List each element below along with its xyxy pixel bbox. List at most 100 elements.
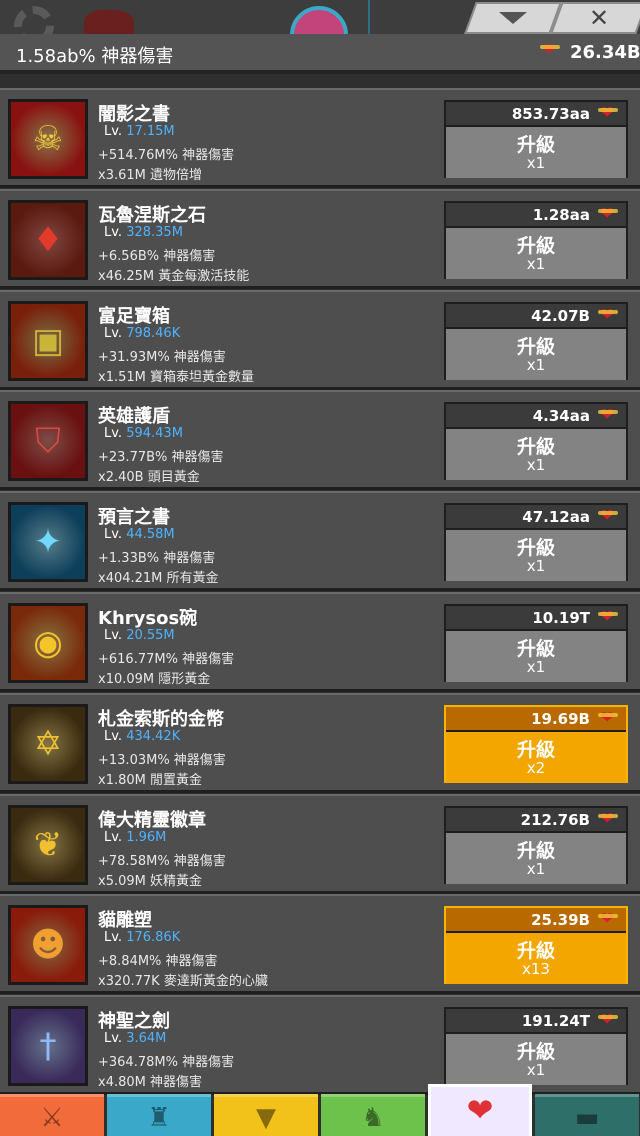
close-icon: ✕ <box>588 4 610 32</box>
upgrade-button[interactable]: 25.39B 升級 x13 <box>444 906 628 985</box>
upgrade-cost: 191.24T <box>446 1009 626 1035</box>
artifact-bonus-damage: +31.93M% 神器傷害 <box>98 349 226 365</box>
viking-helmet-icon[interactable] <box>84 10 134 34</box>
artifact-level: Lv. 44.58M <box>104 527 175 543</box>
upgrade-label: 升級 <box>516 738 555 761</box>
upgrade-multiplier: x13 <box>522 960 550 979</box>
armor-icon: ▼ <box>256 1103 276 1133</box>
upgrade-cost: 853.73aa <box>446 102 626 127</box>
upgrade-cost: 47.12aa <box>446 505 626 531</box>
heart-artifact-icon: ❤ <box>466 1091 494 1129</box>
artifact-row: ◉ Khrysos碗 Lv. 20.55M +616.77M% 神器傷害 x10… <box>0 592 640 692</box>
upgrade-cost: 1.28aa <box>446 202 626 228</box>
artifact-row: ✦ 預言之書 Lv. 44.58M +1.33B% 神器傷害 x404.21M … <box>0 491 640 592</box>
artifact-name: 富足寶箱 <box>98 305 170 327</box>
heart-coin-icon <box>598 809 618 829</box>
upgrade-multiplier: x1 <box>526 355 546 374</box>
heart-coin-icon <box>598 506 618 526</box>
artifact-bonus-damage: +364.78M% 神器傷害 <box>98 1055 235 1071</box>
artifact-bonus-effect: x1.80M 閒置黃金 <box>98 772 202 788</box>
upgrade-cost: 19.69B <box>446 706 626 732</box>
heart-coin-icon <box>598 708 618 728</box>
artifact-bonus-effect: x2.40B 頭目黃金 <box>98 470 200 486</box>
artifact-bonus-damage: +6.56B% 神器傷害 <box>98 248 216 264</box>
artifact-level: Lv. 1.96M <box>104 829 167 845</box>
panel-header: 1.58ab% 神器傷害 26.34B <box>0 34 640 74</box>
heart-coin-icon <box>540 40 560 60</box>
upgrade-multiplier: x1 <box>526 154 546 172</box>
upgrade-button[interactable]: 212.76B 升級 x1 <box>444 805 628 884</box>
pet-icon: ♞ <box>361 1103 385 1133</box>
upgrade-button[interactable]: 853.73aa 升級 x1 <box>444 100 628 178</box>
artifact-name: Khrysos碗 <box>98 608 198 629</box>
divider <box>368 0 370 34</box>
upgrade-cost: 4.34aa <box>446 404 626 430</box>
top-strip: ✕ <box>0 0 640 34</box>
tab-shop[interactable]: ▬ <box>535 1094 639 1136</box>
artifact-name: 預言之書 <box>98 507 170 529</box>
upgrade-button[interactable]: 1.28aa 升級 x1 <box>444 200 628 279</box>
artifact-bonus-effect: x5.09M 妖精黃金 <box>98 873 202 889</box>
tab-heroes[interactable]: ♜ <box>107 1094 211 1136</box>
heart-coin-icon <box>598 607 618 627</box>
upgrade-multiplier: x2 <box>526 758 546 777</box>
upgrade-cost: 42.07B <box>446 303 626 329</box>
sword-icon: ⚔ <box>40 1103 64 1133</box>
upgrade-label: 升級 <box>516 940 555 963</box>
artifact-row: ⛉ 英雄護盾 Lv. 594.43M +23.77B% 神器傷害 x2.40B … <box>0 390 640 491</box>
tab-sword-master[interactable]: ⚔ <box>0 1094 104 1136</box>
artifact-name: 偉大精靈徽章 <box>98 809 206 831</box>
artifact-bonus-damage: +616.77M% 神器傷害 <box>98 652 235 667</box>
prophecy-book-icon: ✦ <box>8 502 88 583</box>
gear-icon[interactable] <box>14 6 54 34</box>
artifact-row: ❦ 偉大精靈徽章 Lv. 1.96M +78.58M% 神器傷害 x5.09M … <box>0 793 640 894</box>
upgrade-multiplier: x1 <box>526 456 546 475</box>
artifact-name: 神聖之劍 <box>98 1011 170 1033</box>
artifact-row: ✡ 札金索斯的金幣 Lv. 434.42K +13.03M% 神器傷害 x1.8… <box>0 692 640 793</box>
upgrade-button[interactable]: 47.12aa 升級 x1 <box>444 503 628 582</box>
artifact-level: Lv. 20.55M <box>104 628 175 643</box>
cat-statue-icon: ☻ <box>8 905 88 986</box>
tab-pets[interactable]: ♞ <box>321 1094 425 1136</box>
artifact-name: 札金索斯的金幣 <box>98 708 224 730</box>
upgrade-button[interactable]: 42.07B 升級 x1 <box>444 301 628 380</box>
close-panel-button[interactable]: ✕ <box>550 2 640 34</box>
viking-helmet-icon: ♜ <box>147 1103 171 1133</box>
heart-coin-icon <box>598 909 618 929</box>
tab-artifacts[interactable]: ❤ <box>428 1084 532 1136</box>
upgrade-multiplier: x1 <box>526 557 546 576</box>
artifact-bonus-effect: x4.80M 神器傷害 <box>98 1075 202 1091</box>
upgrade-label: 升級 <box>516 335 555 358</box>
upgrade-button[interactable]: 4.34aa 升級 x1 <box>444 402 628 481</box>
collapse-panel-button[interactable] <box>464 2 562 34</box>
upgrade-multiplier: x1 <box>526 859 546 878</box>
heart-coin-icon <box>598 103 618 123</box>
chevron-down-icon <box>499 12 527 24</box>
upgrade-button[interactable]: 10.19T 升級 x1 <box>444 604 628 682</box>
artifact-bonus-effect: x320.77K 麥達斯黃金的心臟 <box>98 974 268 990</box>
upgrade-multiplier: x1 <box>526 254 546 273</box>
golden-bowl-icon: ◉ <box>8 603 88 683</box>
artifact-level: Lv. 328.35M <box>104 224 183 240</box>
upgrade-label: 升級 <box>516 839 555 862</box>
artifact-row: † 神聖之劍 Lv. 3.64M +364.78M% 神器傷害 x4.80M 神… <box>0 995 640 1096</box>
artifact-bonus-damage: +514.76M% 神器傷害 <box>98 148 235 163</box>
artifact-bonus-damage: +1.33B% 神器傷害 <box>98 551 216 567</box>
gold-coin-icon: ✡ <box>8 703 88 784</box>
upgrade-button[interactable]: 19.69B 升級 x2 <box>444 704 628 783</box>
artifact-name: 貓雕塑 <box>98 910 152 932</box>
treasure-chest-icon: ▣ <box>8 300 88 381</box>
artifact-level: Lv. 798.46K <box>104 325 181 341</box>
artifact-row: ☻ 貓雕塑 Lv. 176.86K +8.84M% 神器傷害 x320.77K … <box>0 894 640 995</box>
bottom-tab-bar: ⚔ ♜ ▼ ♞ ❤ ▬ <box>0 1084 640 1136</box>
artifact-damage-total: 1.58ab% 神器傷害 <box>16 46 174 67</box>
shield-icon: ⛉ <box>8 401 88 482</box>
upgrade-button[interactable]: 191.24T 升級 x1 <box>444 1007 628 1086</box>
upgrade-label: 升級 <box>516 1041 555 1064</box>
artifact-row: ▣ 富足寶箱 Lv. 798.46K +31.93M% 神器傷害 x1.51M … <box>0 289 640 390</box>
tab-equipment[interactable]: ▼ <box>214 1094 318 1136</box>
upgrade-multiplier: x1 <box>526 1061 546 1080</box>
artifact-name: 闇影之書 <box>98 104 170 125</box>
skill-orb-icon[interactable] <box>290 6 348 34</box>
heart-coin-icon <box>598 405 618 425</box>
